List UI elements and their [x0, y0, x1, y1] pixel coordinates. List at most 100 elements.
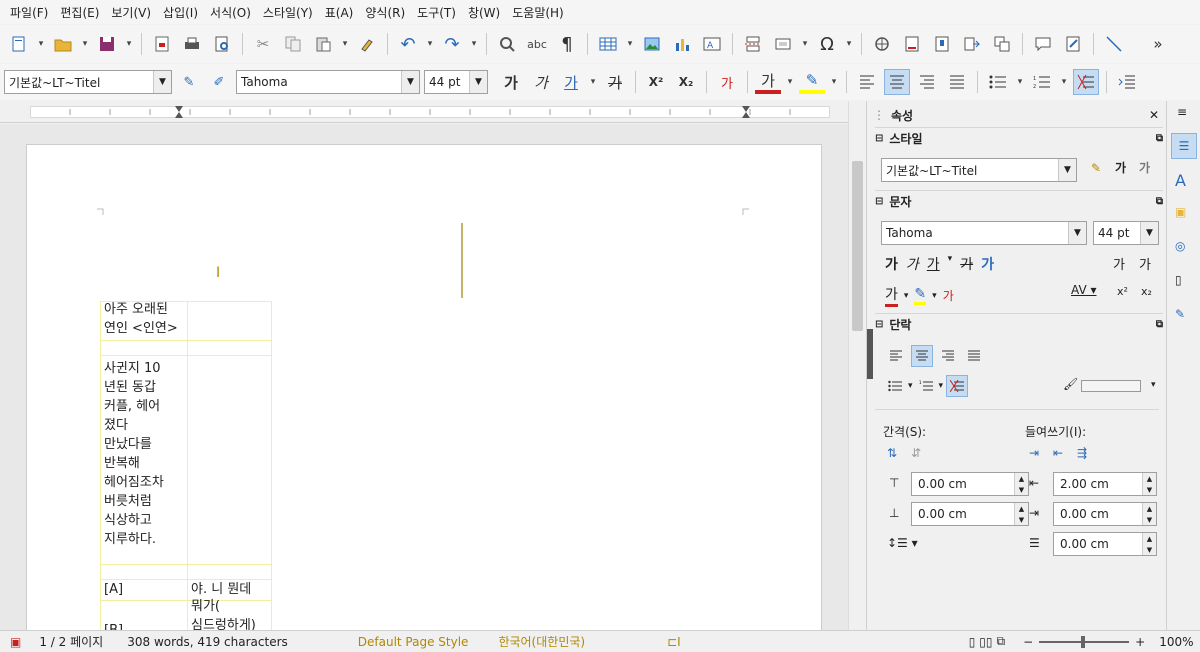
new-style-icon[interactable]: ✐: [206, 69, 232, 95]
italic-icon[interactable]: 가: [906, 254, 919, 274]
font-color-icon[interactable]: 가: [755, 70, 781, 94]
comment-icon[interactable]: [1030, 31, 1056, 57]
subscript-icon[interactable]: X₂: [673, 69, 699, 95]
menu-edit[interactable]: 편집(E): [54, 4, 105, 21]
undo-icon[interactable]: ↶: [395, 31, 421, 57]
zoom-out-icon[interactable]: −: [1023, 635, 1033, 649]
first-line-indent-field[interactable]: 0.00 cm ▲ ▼: [1053, 532, 1157, 556]
table-cell[interactable]: [187, 564, 272, 580]
special-char-dropdown-icon[interactable]: ▾: [844, 39, 854, 49]
navigator-deck-icon[interactable]: ◎: [1175, 239, 1185, 253]
sidebar-collapse-handle[interactable]: [867, 329, 873, 379]
table-dropdown-icon[interactable]: ▾: [625, 39, 635, 49]
more-tools-icon[interactable]: »: [1145, 31, 1171, 57]
style-fill-icon[interactable]: ✎: [1091, 161, 1101, 175]
navigator-icon[interactable]: [989, 31, 1015, 57]
font-color-dropdown-icon[interactable]: ▾: [904, 291, 909, 301]
align-right-icon[interactable]: [937, 345, 959, 367]
insert-table-icon[interactable]: [595, 31, 621, 57]
numbering-dropdown-icon[interactable]: ▾: [939, 381, 944, 391]
font-color-icon[interactable]: 가: [885, 284, 898, 307]
new-style-icon[interactable]: 가: [1139, 159, 1150, 176]
hyperlink-icon[interactable]: [869, 31, 895, 57]
strikethrough-icon[interactable]: 가: [960, 254, 973, 274]
bullet-dropdown-icon[interactable]: ▾: [908, 381, 913, 391]
new-document-icon[interactable]: [6, 31, 32, 57]
font-color-dropdown-icon[interactable]: ▾: [785, 77, 795, 87]
underline-icon[interactable]: 가: [558, 69, 584, 95]
clear-formatting-icon[interactable]: 가: [714, 69, 740, 95]
spin-buttons[interactable]: ▲ ▼: [1014, 473, 1028, 495]
sidebar-font-select[interactable]: Tahoma ▼: [881, 221, 1087, 245]
below-spacing-field[interactable]: 0.00 cm ▲ ▼: [911, 502, 1029, 526]
properties-deck-icon[interactable]: ☰: [1171, 133, 1197, 159]
formatting-marks-icon[interactable]: ¶: [554, 31, 580, 57]
after-indent-field[interactable]: 0.00 cm ▲ ▼: [1053, 502, 1157, 526]
document-canvas[interactable]: I 아주 오래된 연인 <인연> 사귄지 10 년된 동갑 커플, 헤어 졌다 …: [0, 124, 848, 630]
page-count[interactable]: 1 / 2 페이지: [39, 633, 103, 650]
horizontal-ruler[interactable]: [0, 101, 866, 123]
book-view-icon[interactable]: ⧉: [997, 634, 1006, 649]
paste-icon[interactable]: [310, 31, 336, 57]
menu-file[interactable]: 파일(F): [4, 4, 54, 21]
zoom-slider[interactable]: [1039, 635, 1130, 648]
more-options-icon[interactable]: ⧉: [1156, 133, 1163, 144]
character-section-header[interactable]: ⊟ 문자 ⧉: [875, 190, 1163, 212]
above-spacing-field[interactable]: 0.00 cm ▲ ▼: [911, 472, 1029, 496]
single-page-view-icon[interactable]: ▯: [969, 635, 976, 649]
find-replace-icon[interactable]: [494, 31, 520, 57]
before-indent-field[interactable]: 2.00 cm ▲ ▼: [1053, 472, 1157, 496]
justify-icon[interactable]: [963, 345, 985, 367]
table-cell[interactable]: [B]: [100, 600, 188, 630]
underline-icon[interactable]: 가: [927, 254, 940, 274]
bullet-list-icon[interactable]: [985, 69, 1011, 95]
table-cell[interactable]: 사귄지 10 년된 동갑 커플, 헤어 졌다 만났다를 반복해 헤어짐조차 버릇…: [100, 355, 188, 565]
track-changes-icon[interactable]: [1060, 31, 1086, 57]
italic-icon[interactable]: 가: [528, 69, 554, 95]
bold-icon[interactable]: 가: [498, 69, 524, 95]
export-pdf-icon[interactable]: [149, 31, 175, 57]
highlight-color-icon[interactable]: ✎: [914, 286, 927, 305]
save-status-icon[interactable]: ▣: [10, 635, 21, 649]
subscript-icon[interactable]: x₂: [1141, 285, 1152, 298]
table-cell[interactable]: [100, 340, 188, 356]
bullet-dropdown-icon[interactable]: ▾: [1015, 77, 1025, 87]
save-dropdown-icon[interactable]: ▾: [124, 39, 134, 49]
paragraph-section-header[interactable]: ⊟ 단락 ⧉: [875, 313, 1163, 335]
paragraph-style-select[interactable]: 기본값~LT~Titel ▼: [4, 70, 172, 94]
align-center-icon[interactable]: [911, 345, 933, 367]
more-options-icon[interactable]: ⧉: [1156, 196, 1163, 207]
close-icon[interactable]: ✕: [1149, 108, 1159, 122]
new-dropdown-icon[interactable]: ▾: [36, 39, 46, 49]
menu-table[interactable]: 표(A): [319, 4, 360, 21]
increase-indent-icon[interactable]: ⇥: [1029, 446, 1039, 460]
word-count[interactable]: 308 words, 419 characters: [127, 635, 288, 649]
print-preview-icon[interactable]: [209, 31, 235, 57]
table-cell[interactable]: 뭐가( 심드렁하게): [187, 599, 272, 630]
shrink-font-icon[interactable]: 가: [1139, 254, 1151, 273]
clear-formatting-icon[interactable]: 가: [943, 287, 954, 304]
sidebar-menu-icon[interactable]: ≡: [1177, 105, 1187, 119]
shadow-icon[interactable]: 가: [981, 254, 994, 274]
align-left-icon[interactable]: [885, 345, 907, 367]
styles-deck-icon[interactable]: A: [1175, 171, 1186, 190]
superscript-icon[interactable]: X²: [643, 69, 669, 95]
justify-icon[interactable]: [944, 69, 970, 95]
footnote-icon[interactable]: [899, 31, 925, 57]
no-list-icon[interactable]: [946, 375, 969, 397]
gallery-deck-icon[interactable]: ▣: [1175, 205, 1186, 219]
page-style-status[interactable]: Default Page Style: [358, 635, 469, 649]
no-list-icon[interactable]: [1073, 69, 1099, 95]
redo-dropdown-icon[interactable]: ▾: [469, 39, 479, 49]
spin-buttons[interactable]: ▲ ▼: [1142, 533, 1156, 555]
strikethrough-icon[interactable]: 가: [602, 69, 628, 95]
page-break-icon[interactable]: [740, 31, 766, 57]
align-right-icon[interactable]: [914, 69, 940, 95]
decrease-indent-icon[interactable]: ⇤: [1053, 446, 1063, 460]
background-color-icon[interactable]: 🖌: [1063, 377, 1078, 391]
background-dropdown-icon[interactable]: ▾: [1151, 380, 1156, 390]
numbered-list-icon[interactable]: 12: [1029, 69, 1055, 95]
table-cell[interactable]: [100, 564, 188, 580]
sidebar-size-select[interactable]: 44 pt ▼: [1093, 221, 1159, 245]
table-cell[interactable]: 아주 오래된 연인 <인연>: [100, 301, 188, 341]
